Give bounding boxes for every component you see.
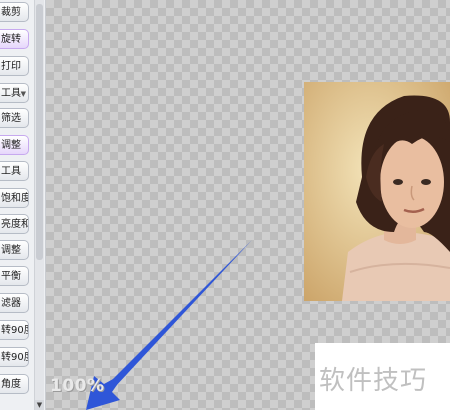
zoom-level-label: 100% bbox=[50, 376, 105, 396]
watermark-text: 软件技巧 bbox=[319, 366, 428, 396]
